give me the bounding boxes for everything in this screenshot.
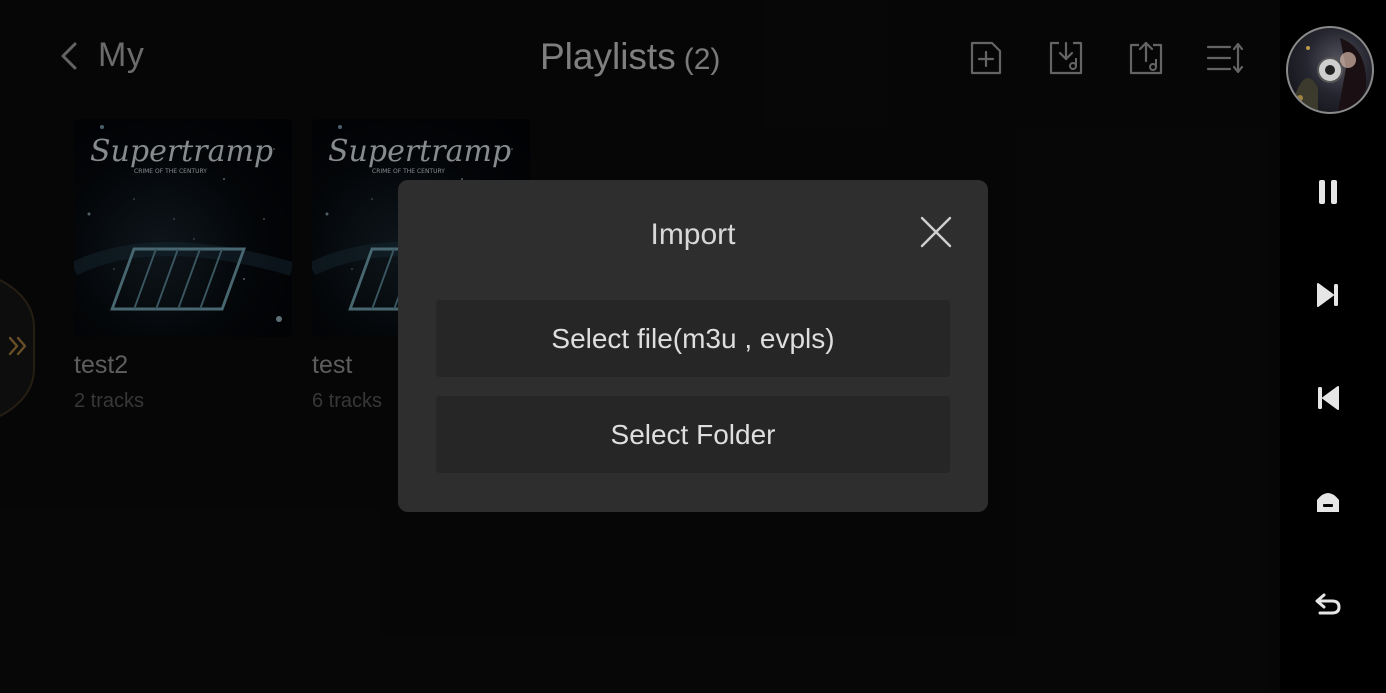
dialog-title: Import <box>650 218 736 251</box>
close-icon[interactable] <box>918 214 954 250</box>
select-folder-button[interactable]: Select Folder <box>436 396 950 473</box>
select-file-button[interactable]: Select file(m3u , evpls) <box>436 300 950 377</box>
previous-track-icon[interactable] <box>1308 378 1348 418</box>
return-icon[interactable] <box>1308 584 1348 624</box>
playlists-screen: My Playlists (2) Supertramp CRIME OF THE… <box>0 0 1386 693</box>
playback-rail <box>1280 0 1386 693</box>
now-playing-avatar[interactable] <box>1286 26 1374 114</box>
next-track-icon[interactable] <box>1308 275 1348 315</box>
pause-icon[interactable] <box>1308 172 1348 212</box>
import-dialog: Import Select file(m3u , evpls) Select F… <box>398 180 988 512</box>
home-icon[interactable] <box>1308 481 1348 521</box>
